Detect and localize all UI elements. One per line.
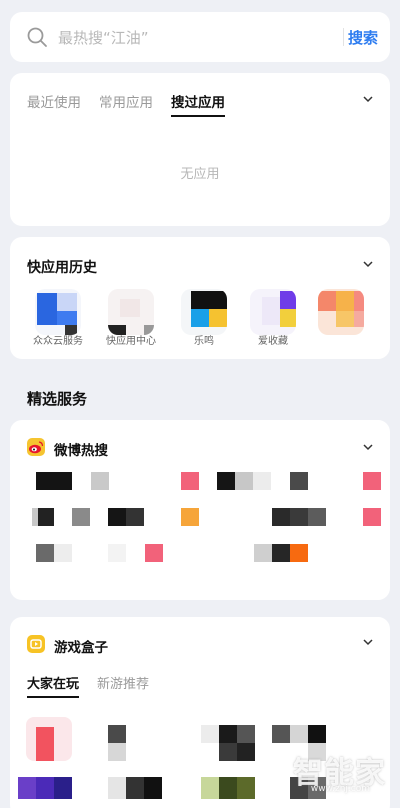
- badge-block: [181, 508, 199, 526]
- badge-block: [181, 472, 199, 490]
- quick-app-history-title: 快应用历史: [27, 260, 97, 276]
- tab-new-games[interactable]: 新游推荐: [97, 673, 149, 695]
- tab-frequent[interactable]: 常用应用: [99, 91, 153, 115]
- image-block: [219, 725, 237, 743]
- chevron-down-icon[interactable]: [362, 93, 374, 105]
- quick-app-icon[interactable]: [35, 289, 81, 335]
- image-block: [18, 777, 36, 799]
- weibo-hot-search-card: 微博热搜: [10, 420, 390, 600]
- image-block: [36, 727, 54, 761]
- quick-app-label: 乐鸣: [194, 336, 214, 347]
- image-block: [272, 544, 290, 562]
- image-block: [126, 777, 144, 799]
- empty-state-text: 无应用: [180, 167, 220, 182]
- image-block: [235, 472, 253, 490]
- image-block: [201, 725, 219, 743]
- image-block: [272, 725, 290, 743]
- search-input[interactable]: 最热搜“江油”: [58, 27, 149, 48]
- quick-app-icon[interactable]: [318, 289, 364, 335]
- chevron-down-icon[interactable]: [362, 636, 374, 648]
- image-block: [108, 743, 126, 761]
- apps-tabs: 最近使用 常用应用 搜过应用: [27, 91, 225, 117]
- image-block: [290, 725, 308, 743]
- image-block: [217, 472, 235, 490]
- image-block: [308, 508, 326, 526]
- search-button[interactable]: 搜索: [348, 27, 378, 48]
- weibo-title: 微博热搜: [54, 443, 108, 459]
- image-block: [108, 725, 126, 743]
- chevron-down-icon[interactable]: [362, 441, 374, 453]
- image-block: [237, 725, 255, 743]
- quick-app-history-card: 快应用历史 众众云服务 快应用中心 乐鸣 爱收藏: [10, 237, 390, 359]
- badge-block: [363, 472, 381, 490]
- game-box-title: 游戏盒子: [54, 640, 108, 656]
- tab-recent[interactable]: 最近使用: [27, 91, 81, 115]
- image-block: [72, 508, 90, 526]
- image-block: [91, 472, 109, 490]
- watermark-url: www.znj.com: [310, 784, 370, 794]
- chevron-down-icon[interactable]: [362, 258, 374, 270]
- image-block: [144, 777, 162, 799]
- image-block: [253, 472, 271, 490]
- image-block: [108, 508, 126, 526]
- image-block: [290, 508, 308, 526]
- quick-app-label: 快应用中心: [106, 336, 156, 347]
- image-block: [54, 777, 72, 799]
- divider: [343, 28, 344, 46]
- image-block: [237, 743, 255, 761]
- image-block: [219, 743, 237, 761]
- search-icon: [26, 26, 48, 48]
- image-block: [237, 777, 255, 799]
- image-block: [108, 544, 126, 562]
- image-block: [290, 472, 308, 490]
- quick-app-label: 众众云服务: [33, 336, 83, 347]
- quick-app-icon[interactable]: [250, 289, 296, 335]
- quick-app-label: 爱收藏: [258, 336, 288, 347]
- tab-everyone-playing[interactable]: 大家在玩: [27, 673, 80, 698]
- game-tabs: 大家在玩 新游推荐: [27, 673, 149, 698]
- image-block: [36, 544, 54, 562]
- apps-card: 最近使用 常用应用 搜过应用 无应用: [10, 73, 390, 226]
- image-block: [126, 508, 144, 526]
- badge-block: [363, 508, 381, 526]
- search-bar[interactable]: 最热搜“江油” 搜索: [10, 12, 390, 62]
- quick-app-icon[interactable]: [108, 289, 154, 335]
- tab-searched[interactable]: 搜过应用: [171, 91, 225, 117]
- image-block: [219, 777, 237, 799]
- quick-app-icon[interactable]: [181, 289, 227, 335]
- image-block: [308, 725, 326, 743]
- image-block: [254, 544, 272, 562]
- image-block: [272, 508, 290, 526]
- image-block: [36, 777, 54, 799]
- image-block: [38, 508, 54, 526]
- image-block: [201, 777, 219, 799]
- weibo-logo-icon: [27, 438, 45, 456]
- badge-block: [145, 544, 163, 562]
- image-block: [36, 472, 72, 490]
- services-heading: 精选服务: [27, 390, 88, 408]
- image-block: [54, 544, 72, 562]
- badge-block: [290, 544, 308, 562]
- game-box-logo-icon: [27, 635, 45, 653]
- image-block: [108, 777, 126, 799]
